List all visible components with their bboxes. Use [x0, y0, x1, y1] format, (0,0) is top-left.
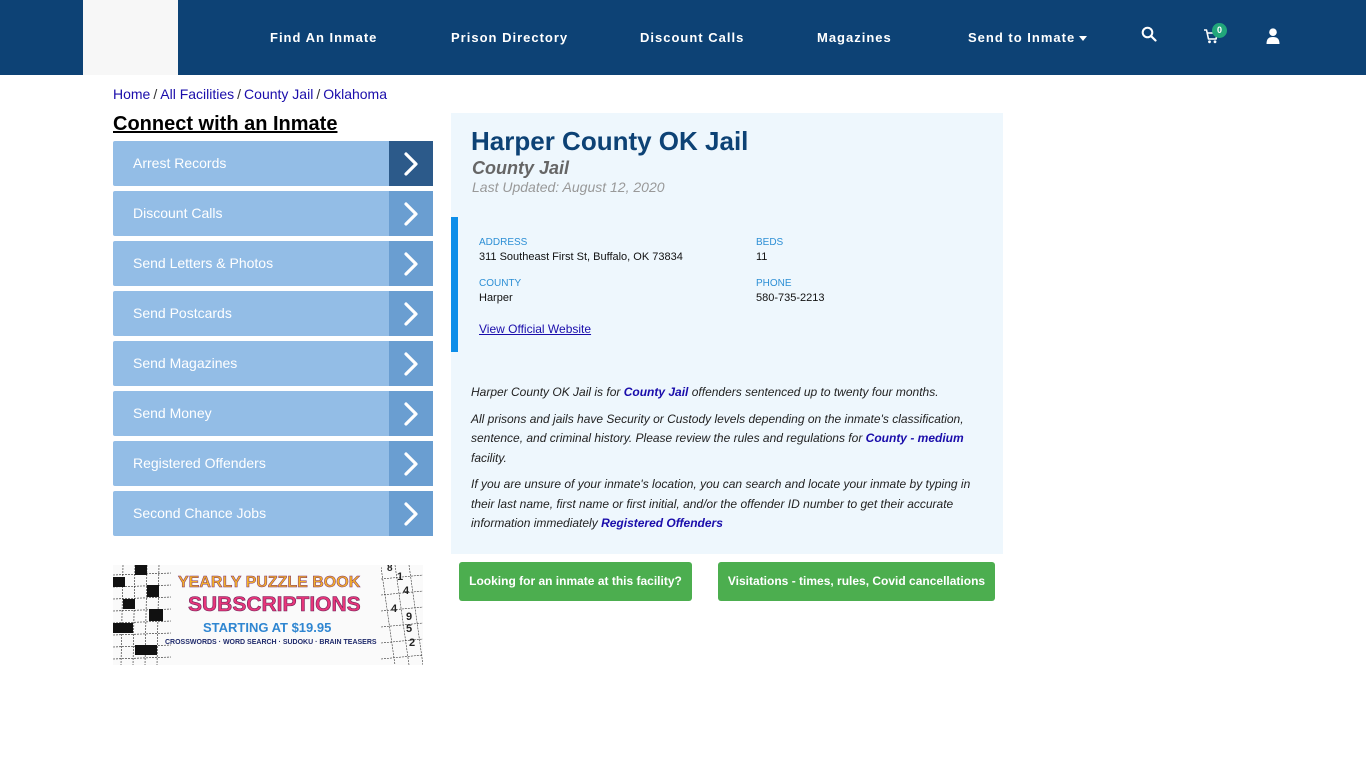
- find-inmate-at-facility-button[interactable]: Looking for an inmate at this facility?: [459, 562, 692, 601]
- description-text: facility.: [471, 450, 507, 465]
- sidebar-item-label: Arrest Records: [133, 155, 227, 171]
- sidebar-item-send-magazines[interactable]: Send Magazines: [113, 341, 433, 386]
- sidebar-item-send-postcards[interactable]: Send Postcards: [113, 291, 433, 336]
- breadcrumb-separator: /: [316, 86, 321, 102]
- ad-price: STARTING AT $19.95: [203, 620, 332, 635]
- facility-card: Harper County OK Jail County Jail Last U…: [451, 113, 1003, 554]
- sudoku-digit: 5: [406, 623, 413, 635]
- nav-send-to-inmate-label: Send to Inmate: [968, 30, 1076, 45]
- last-updated: Last Updated: August 12, 2020: [472, 179, 665, 195]
- phone-label: PHONE: [756, 278, 792, 289]
- breadcrumb-separator: /: [237, 86, 242, 102]
- description-paragraph: If you are unsure of your inmate's locat…: [471, 475, 983, 534]
- description-paragraph: Harper County OK Jail is for County Jail…: [471, 383, 983, 403]
- address-value: 311 Southeast First St, Buffalo, OK 7383…: [479, 251, 683, 263]
- sudoku-digit: 4: [391, 603, 398, 615]
- county-label: COUNTY: [479, 278, 522, 289]
- chevron-right-icon: [389, 141, 433, 186]
- chevron-right-icon: [389, 441, 433, 486]
- search-icon[interactable]: [1141, 26, 1159, 46]
- breadcrumb-county-jail[interactable]: County Jail: [244, 86, 313, 102]
- county-jail-link[interactable]: County Jail: [624, 385, 689, 399]
- sidebar-heading[interactable]: Connect with an Inmate: [113, 113, 337, 136]
- sidebar-item-arrest-records[interactable]: Arrest Records: [113, 141, 433, 186]
- chevron-right-icon: [389, 291, 433, 336]
- sidebar-item-label: Discount Calls: [133, 205, 223, 221]
- sidebar-item-label: Registered Offenders: [133, 455, 266, 471]
- sudoku-digit: 1: [397, 571, 404, 583]
- sidebar-item-discount-calls[interactable]: Discount Calls: [113, 191, 433, 236]
- crossword-grid-icon: [113, 565, 171, 665]
- beds-label: BEDS: [756, 237, 784, 248]
- nav-magazines[interactable]: Magazines: [817, 30, 892, 45]
- facility-info-box: ADDRESS 311 Southeast First St, Buffalo,…: [451, 217, 1003, 352]
- sidebar-item-label: Send Postcards: [133, 305, 232, 321]
- ad-categories: CROSSWORDS · WORD SEARCH · SUDOKU · BRAI…: [165, 639, 377, 646]
- breadcrumb-home[interactable]: Home: [113, 86, 150, 102]
- beds-value: 11: [756, 251, 768, 263]
- breadcrumb-all-facilities[interactable]: All Facilities: [160, 86, 234, 102]
- view-official-website-link[interactable]: View Official Website: [479, 322, 591, 336]
- sudoku-digit: 2: [409, 637, 416, 649]
- county-value: Harper: [479, 292, 513, 304]
- ad-subscriptions: SUBSCRIPTIONS: [188, 593, 361, 617]
- sidebar-item-label: Send Letters & Photos: [133, 255, 274, 271]
- visitations-button[interactable]: Visitations - times, rules, Covid cancel…: [718, 562, 995, 601]
- breadcrumb-oklahoma[interactable]: Oklahoma: [323, 86, 387, 102]
- chevron-right-icon: [389, 491, 433, 536]
- sidebar-menu: Arrest Records Discount Calls Send Lette…: [113, 141, 433, 541]
- chevron-right-icon: [389, 191, 433, 236]
- sidebar-item-send-letters-photos[interactable]: Send Letters & Photos: [113, 241, 433, 286]
- caret-down-icon: [1079, 36, 1088, 42]
- sidebar-item-send-money[interactable]: Send Money: [113, 391, 433, 436]
- breadcrumb-separator: /: [153, 86, 158, 102]
- sidebar-item-label: Send Money: [133, 405, 212, 421]
- sudoku-digit: 8: [387, 565, 393, 574]
- address-label: ADDRESS: [479, 237, 528, 248]
- sidebar-item-registered-offenders[interactable]: Registered Offenders: [113, 441, 433, 486]
- ad-headline: YEARLY PUZZLE BOOK: [178, 574, 361, 592]
- cart-count-badge: 0: [1212, 23, 1227, 38]
- facility-type: County Jail: [472, 158, 570, 178]
- description-text: offenders sentenced up to twenty four mo…: [688, 385, 939, 399]
- phone-value: 580-735-2213: [756, 292, 825, 304]
- top-nav-bar: Find An Inmate Prison Directory Discount…: [0, 0, 1366, 75]
- facility-title: Harper County OK Jail: [471, 126, 749, 156]
- sudoku-digit: 9: [406, 611, 413, 623]
- sidebar-item-label: Second Chance Jobs: [133, 505, 267, 521]
- chevron-right-icon: [389, 391, 433, 436]
- puzzle-book-ad-banner[interactable]: YEARLY PUZZLE BOOK SUBSCRIPTIONS STARTIN…: [113, 565, 423, 665]
- sidebar-item-second-chance-jobs[interactable]: Second Chance Jobs: [113, 491, 433, 536]
- sidebar-item-label: Send Magazines: [133, 355, 238, 371]
- breadcrumb: Home / All Facilities / County Jail / Oklahoma: [113, 86, 387, 102]
- nav-discount-calls[interactable]: Discount Calls: [640, 30, 744, 45]
- site-logo[interactable]: [83, 0, 178, 75]
- nav-prison-directory[interactable]: Prison Directory: [451, 30, 568, 45]
- registered-offenders-link[interactable]: Registered Offenders: [601, 516, 723, 530]
- chevron-right-icon: [389, 341, 433, 386]
- user-icon[interactable]: [1266, 28, 1284, 48]
- description-text: Harper County OK Jail is for: [471, 385, 624, 399]
- description-paragraph: All prisons and jails have Security or C…: [471, 410, 983, 469]
- sudoku-digit: 4: [403, 585, 410, 597]
- chevron-right-icon: [389, 241, 433, 286]
- nav-find-an-inmate[interactable]: Find An Inmate: [270, 30, 377, 45]
- nav-send-to-inmate[interactable]: Send to Inmate: [968, 30, 1088, 45]
- facility-description: Harper County OK Jail is for County Jail…: [471, 383, 983, 541]
- county-medium-link[interactable]: County - medium: [866, 431, 964, 445]
